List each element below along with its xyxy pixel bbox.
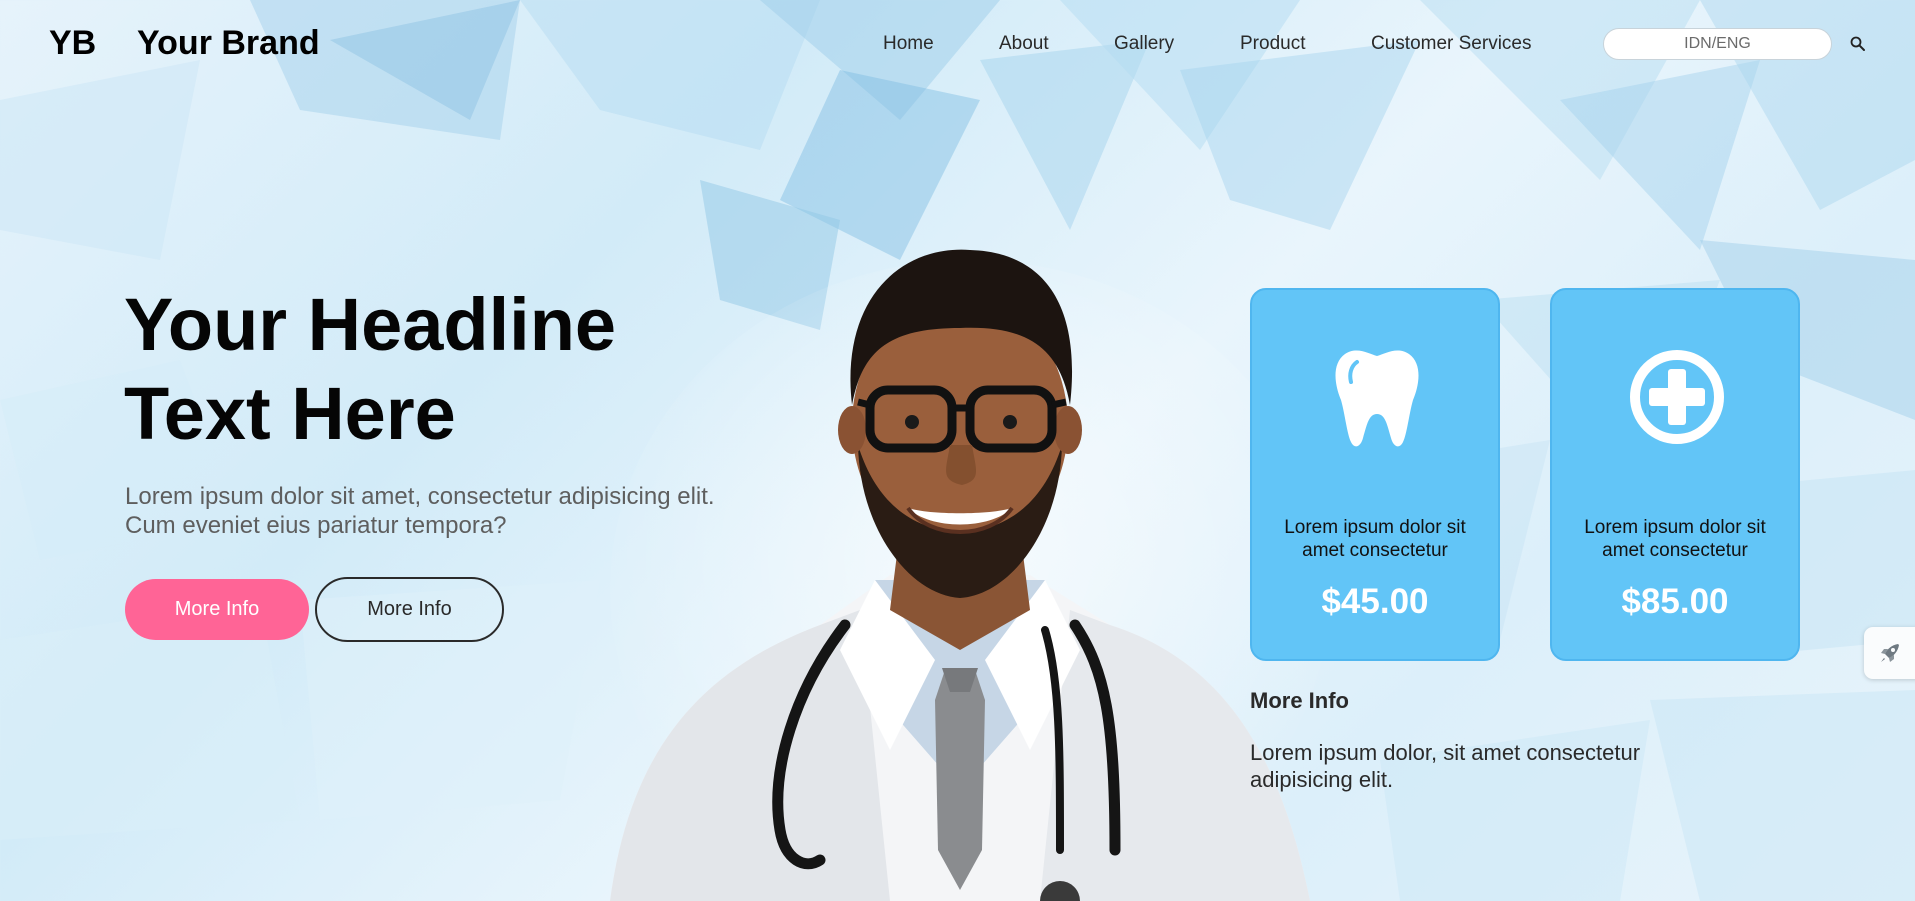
nav-product[interactable]: Product	[1240, 33, 1305, 55]
more-info-title: More Info	[1250, 688, 1349, 713]
hero-headline: Your Headline Text Here	[124, 280, 764, 458]
headline-line-2: Text Here	[124, 372, 456, 455]
price-card-medical[interactable]: Lorem ipsum dolor sit amet consectetur $…	[1550, 288, 1800, 661]
card-price: $85.00	[1621, 582, 1729, 621]
rocket-icon	[1881, 644, 1899, 662]
medical-plus-icon	[1630, 350, 1724, 444]
language-toggle[interactable]: IDN/ENG	[1603, 28, 1832, 60]
more-info-outline-button[interactable]: More Info	[315, 577, 504, 642]
nav-customer-services[interactable]: Customer Services	[1371, 33, 1532, 55]
card-description-line-1: Lorem ipsum dolor sit	[1284, 517, 1466, 538]
nav-about[interactable]: About	[999, 33, 1049, 55]
tooth-icon	[1335, 350, 1419, 447]
more-info-text: Lorem ipsum dolor, sit amet consectetur …	[1250, 739, 1690, 793]
price-card-dental[interactable]: Lorem ipsum dolor sit amet consectetur $…	[1250, 288, 1500, 661]
card-price: $45.00	[1321, 582, 1429, 621]
headline-line-1: Your Headline	[124, 283, 617, 366]
card-description: Lorem ipsum dolor sit amet consectetur	[1262, 516, 1488, 562]
more-info-text-line-1: Lorem ipsum dolor, sit amet consectetur	[1250, 740, 1641, 765]
card-description: Lorem ipsum dolor sit amet consectetur	[1562, 516, 1788, 562]
card-description-line-2: amet consectetur	[1602, 540, 1748, 561]
more-info-primary-button[interactable]: More Info	[125, 579, 309, 640]
subtext-line-2: Cum eveniet eius pariatur tempora?	[125, 512, 507, 539]
brand-name[interactable]: Your Brand	[137, 24, 320, 63]
brand-logo-mark[interactable]: YB	[49, 24, 96, 63]
search-icon[interactable]	[1848, 34, 1868, 54]
hero-subtext: Lorem ipsum dolor sit amet, consectetur …	[125, 482, 765, 540]
floating-widget-button[interactable]	[1864, 627, 1915, 679]
nav-gallery[interactable]: Gallery	[1114, 33, 1174, 55]
more-info-text-line-2: adipisicing elit.	[1250, 767, 1394, 792]
card-description-line-1: Lorem ipsum dolor sit	[1584, 517, 1766, 538]
subtext-line-1: Lorem ipsum dolor sit amet, consectetur …	[125, 483, 715, 510]
nav-home[interactable]: Home	[883, 33, 934, 55]
card-description-line-2: amet consectetur	[1302, 540, 1448, 561]
